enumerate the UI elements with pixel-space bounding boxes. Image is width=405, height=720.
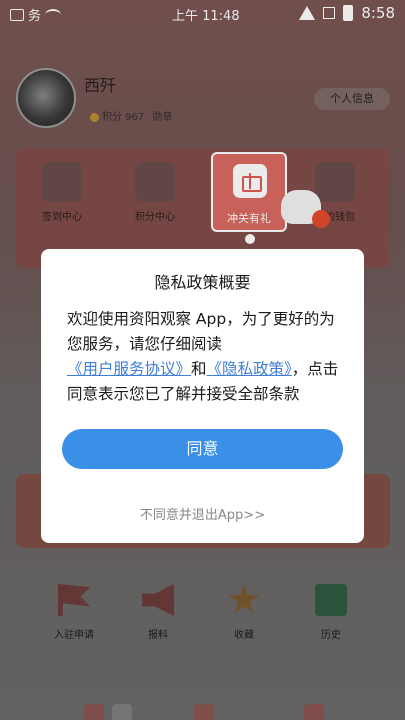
disagree-exit-button[interactable]: 不同意并退出App>> — [41, 504, 364, 523]
body-text: 欢迎使用资阳观察 App，为了更好的为您服务，请您仔细阅读 — [67, 310, 335, 353]
user-agreement-link[interactable]: 《用户服务协议》 — [67, 360, 191, 378]
agree-button[interactable]: 同意 — [62, 429, 343, 469]
dialog-body: 欢迎使用资阳观察 App，为了更好的为您服务，请您仔细阅读《用户服务协议》和《隐… — [67, 307, 343, 407]
privacy-dialog: 隐私政策概要 欢迎使用资阳观察 App，为了更好的为您服务，请您仔细阅读《用户服… — [41, 249, 364, 543]
body-text: 和 — [191, 360, 207, 378]
dialog-title: 隐私政策概要 — [154, 273, 251, 292]
privacy-policy-link[interactable]: 《隐私政策》 — [207, 360, 292, 378]
